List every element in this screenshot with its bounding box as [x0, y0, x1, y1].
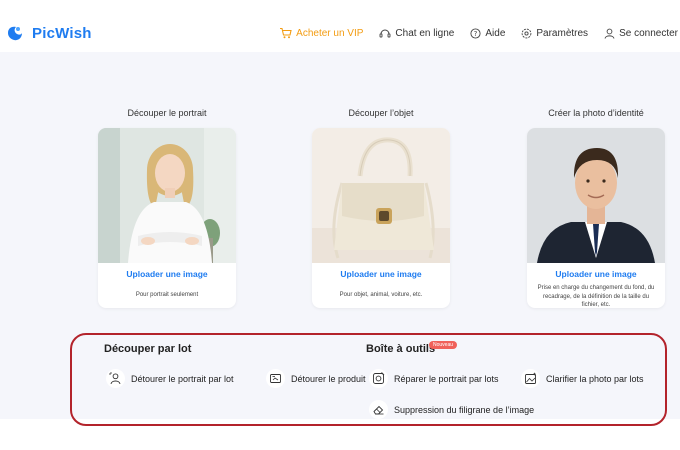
tool-batch-portrait-label: Détourer le portrait par lot	[131, 373, 234, 384]
nav-login[interactable]: Se connecter	[604, 28, 678, 39]
nav-login-label: Se connecter	[619, 27, 678, 39]
picwish-logo-icon	[6, 24, 24, 42]
card-object[interactable]: Uploader une image Pour objet, animal, v…	[312, 128, 450, 308]
card-desc-object: Pour objet, animal, voiture, etc.	[339, 292, 423, 298]
tool-clarify-photo-label: Clarifier la photo par lots	[546, 373, 644, 384]
nav-chat[interactable]: Chat en ligne	[379, 28, 454, 39]
tool-remove-watermark-label: Suppression du filigrane de l’image	[394, 404, 535, 415]
tool-batch-product-label: Détourer le produit	[291, 373, 366, 384]
upload-image-link-object[interactable]: Uploader une image	[312, 269, 450, 279]
tool-batch-product[interactable]: Détourer le produit	[266, 369, 366, 388]
nav-settings-label: Paramètres	[536, 27, 589, 39]
nav-help-label: Aide	[485, 27, 506, 39]
chat-icon	[379, 29, 391, 37]
toolbox-section-title: Boîte à outils	[366, 343, 436, 355]
card-title-id-photo: Créer la photo d’identité	[548, 108, 644, 118]
card-desc-portrait: Pour portrait seulement	[135, 292, 199, 298]
upload-image-link-id-photo[interactable]: Uploader une image	[527, 269, 665, 279]
tool-batch-portrait[interactable]: Détourer le portrait par lot	[106, 369, 234, 388]
logo[interactable]: PicWish	[6, 24, 92, 42]
batch-section-title: Découper par lot	[104, 343, 192, 355]
top-nav: Acheter un VIP Chat en ligne ? Aide Para…	[263, 27, 678, 39]
card-desc-id-photo: Prise en charge du changement du fond, d…	[537, 285, 655, 308]
logo-text: PicWish	[32, 24, 92, 42]
user-icon	[604, 28, 615, 39]
id-photo-sample-image[interactable]	[527, 128, 665, 263]
photo-enhance-icon	[521, 369, 540, 388]
svg-text:?: ?	[474, 30, 478, 38]
new-badge: Nouveau	[429, 341, 458, 349]
upload-image-link-portrait[interactable]: Uploader une image	[98, 269, 236, 279]
tool-repair-portrait[interactable]: Réparer le portrait par lots	[369, 369, 499, 388]
card-id-photo[interactable]: Uploader une image Prise en charge du ch…	[527, 128, 665, 308]
card-title-portrait: Découper le portrait	[127, 108, 207, 118]
gear-icon	[522, 28, 532, 38]
bag-sample-image[interactable]	[312, 128, 450, 263]
nav-buy-vip[interactable]: Acheter un VIP	[279, 27, 363, 39]
nav-help[interactable]: ? Aide	[470, 28, 505, 39]
tool-clarify-photo[interactable]: Clarifier la photo par lots	[521, 369, 644, 388]
tool-remove-watermark[interactable]: Suppression du filigrane de l’image	[369, 400, 534, 419]
card-portrait[interactable]: Uploader une image Pour portrait seuleme…	[98, 128, 236, 308]
portrait-sample-image[interactable]	[98, 128, 236, 263]
top-header: PicWish Acheter un VIP Chat en ligne ? A…	[0, 0, 680, 52]
tool-repair-portrait-label: Réparer le portrait par lots	[394, 373, 499, 384]
nav-chat-label: Chat en ligne	[395, 27, 455, 39]
help-icon: ?	[470, 27, 481, 39]
eraser-icon	[369, 400, 388, 419]
nav-buy-vip-label: Acheter un VIP	[296, 27, 364, 39]
cart-icon	[280, 27, 292, 39]
portrait-cutout-icon	[106, 369, 125, 388]
card-title-object: Découper l’objet	[348, 108, 414, 118]
product-cutout-icon	[266, 369, 285, 388]
portrait-repair-icon	[369, 369, 388, 388]
nav-settings[interactable]: Paramètres	[521, 28, 588, 39]
